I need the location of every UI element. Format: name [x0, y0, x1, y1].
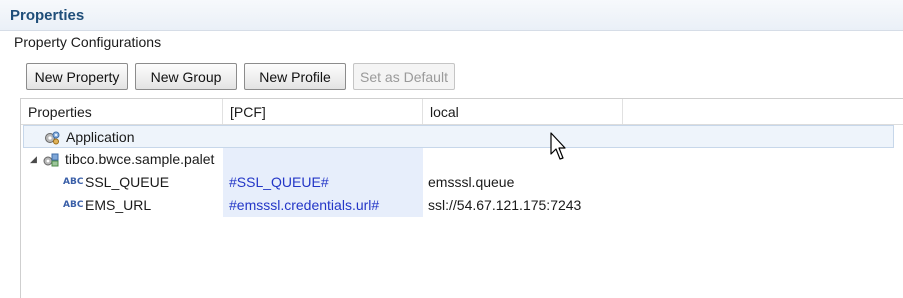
new-group-button[interactable]: New Group: [135, 63, 237, 90]
row-name: EMS_URL: [85, 197, 152, 213]
table-header: Properties [PCF] local: [21, 99, 903, 125]
column-header-filler: [623, 99, 903, 124]
properties-table[interactable]: Properties [PCF] local Application ◢ tib…: [20, 98, 903, 298]
row-pcf-value[interactable]: #emsssl.credentials.url#: [223, 194, 423, 217]
new-property-button[interactable]: New Property: [26, 63, 128, 90]
row-local-value[interactable]: emsssl.queue: [428, 171, 514, 194]
column-header-local[interactable]: local: [423, 99, 623, 124]
module-icon: [43, 153, 59, 170]
row-pcf-value[interactable]: [223, 148, 423, 171]
mouse-cursor-icon: [550, 132, 566, 165]
string-type-icon: ABC: [63, 177, 84, 187]
row-name: tibco.bwce.sample.palet: [65, 151, 215, 167]
panel-title: Properties: [10, 7, 85, 24]
set-as-default-button[interactable]: Set as Default: [353, 63, 455, 90]
column-header-properties[interactable]: Properties: [21, 99, 223, 124]
table-row-application[interactable]: Application: [23, 125, 894, 148]
row-local-value[interactable]: ssl://54.67.121.175:7243: [428, 194, 581, 217]
string-type-icon: ABC: [63, 200, 84, 210]
column-header-pcf[interactable]: [PCF]: [223, 99, 423, 124]
gears-icon: [44, 131, 60, 148]
table-row-ems-url[interactable]: ABC EMS_URL #emsssl.credentials.url# ssl…: [21, 194, 903, 217]
row-pcf-value[interactable]: #SSL_QUEUE#: [223, 171, 423, 194]
new-profile-button[interactable]: New Profile: [244, 63, 346, 90]
row-name: SSL_QUEUE: [85, 174, 170, 190]
table-row-ssl-queue[interactable]: ABC SSL_QUEUE #SSL_QUEUE# emsssl.queue: [21, 171, 903, 194]
expand-toggle-icon[interactable]: ◢: [30, 154, 37, 165]
table-row-module[interactable]: ◢ tibco.bwce.sample.palet: [21, 148, 903, 171]
row-name: Application: [66, 129, 135, 145]
section-label: Property Configurations: [14, 34, 162, 50]
properties-titlebar: Properties: [0, 0, 903, 31]
